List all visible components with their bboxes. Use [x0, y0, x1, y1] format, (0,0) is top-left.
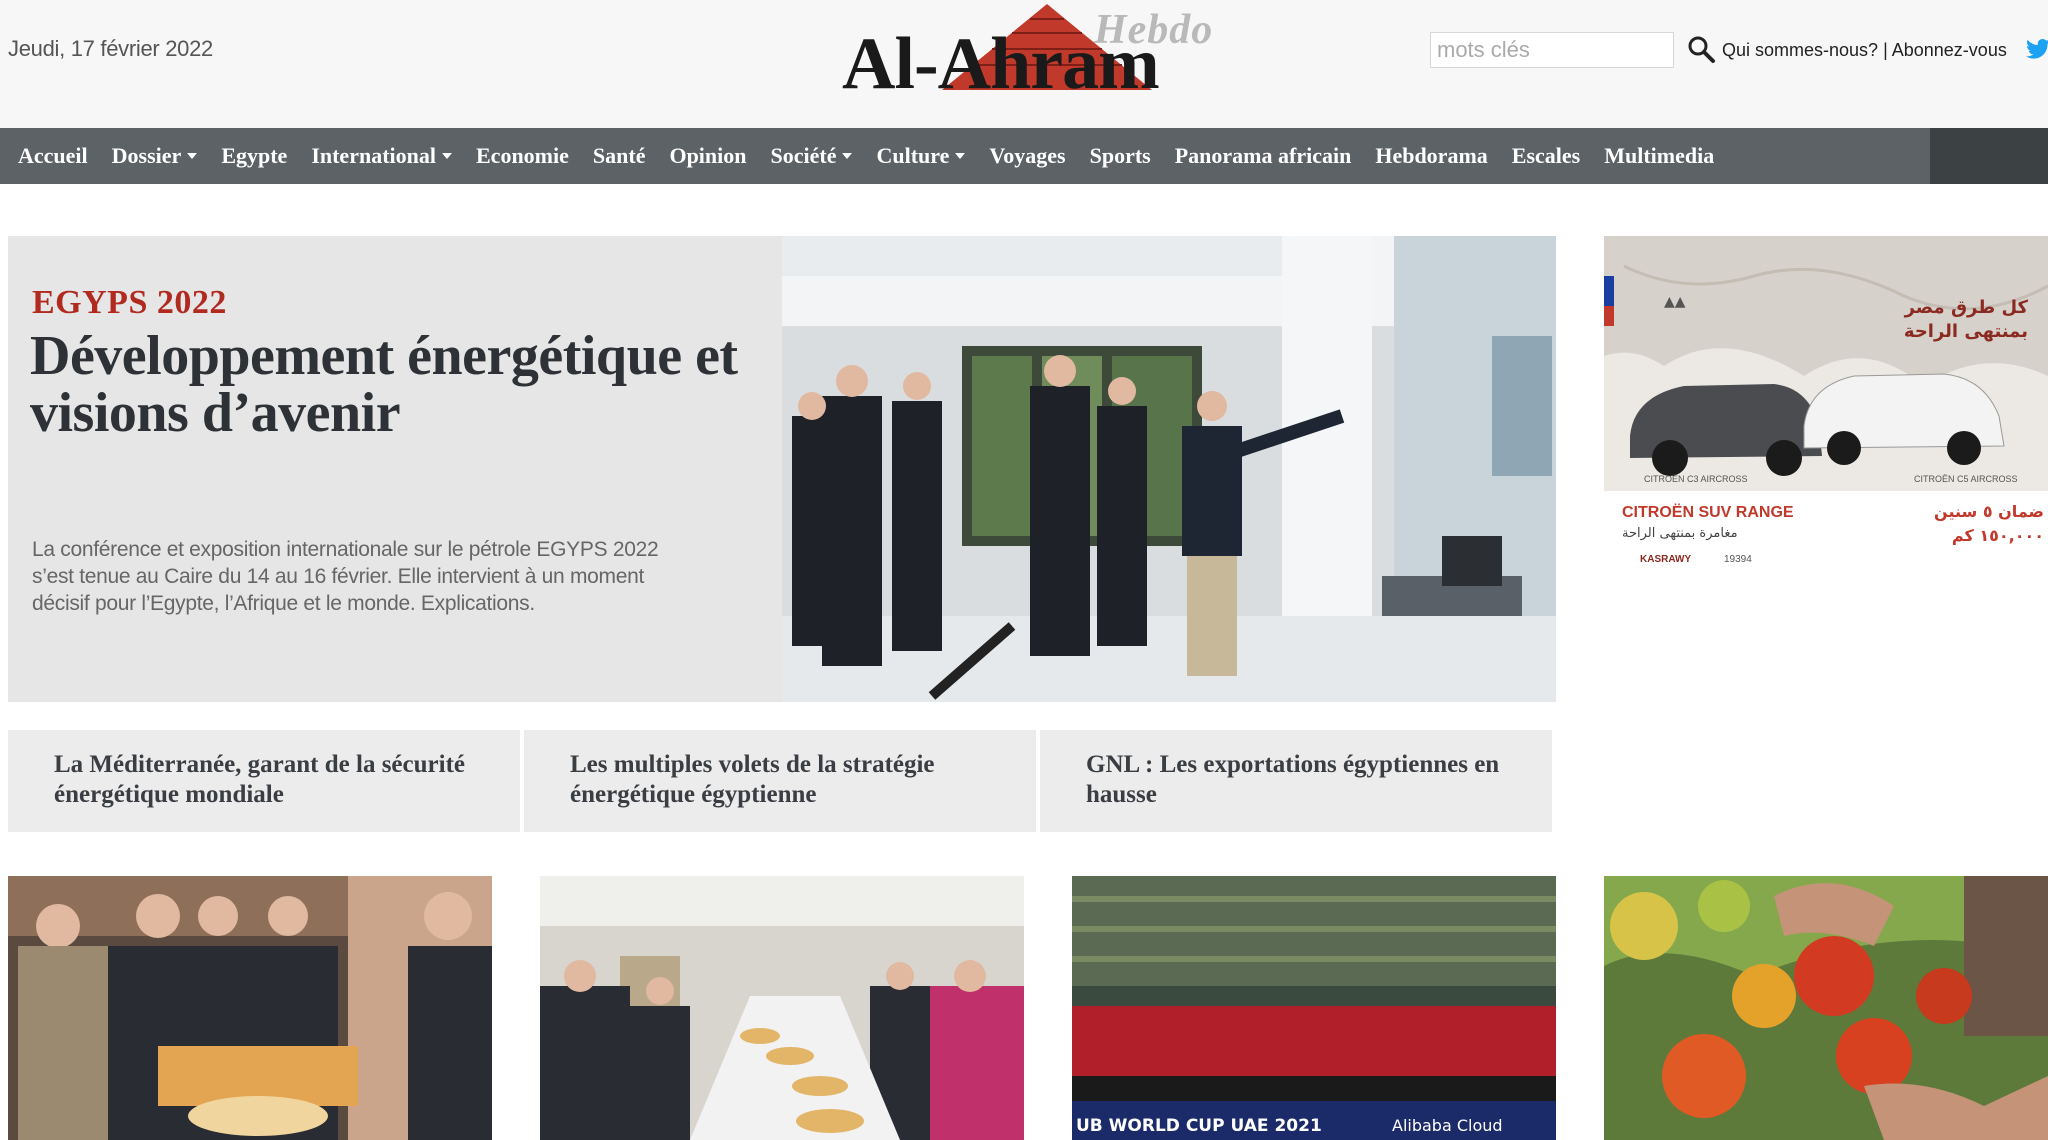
article-thumb-celebration[interactable]: [8, 876, 492, 1140]
ad-hotline: 19394: [1724, 554, 1752, 565]
related-article-2[interactable]: Les multiples volets de la stratégie éne…: [524, 730, 1040, 832]
feature-article: EGYPS 2022 Développement énergétique et …: [8, 236, 1556, 702]
twitter-icon[interactable]: [2026, 38, 2048, 60]
nav-end-block: [1930, 128, 2048, 184]
search-icon[interactable]: [1686, 34, 1716, 64]
nav-culture[interactable]: Culture: [864, 143, 977, 169]
ad-dealer: KASRAWY: [1640, 554, 1692, 565]
citroen-logo-icon: ▲▲: [1664, 294, 1686, 310]
top-header: Jeudi, 17 février 2022 Hebdo Al-Ahram Qu…: [0, 0, 2048, 128]
top-links: Qui sommes-nous? | Abonnez-vous: [1722, 40, 2007, 61]
article-thumb-football-team[interactable]: UB WORLD CUP UAE 2021 Alibaba Cloud: [1072, 876, 1556, 1140]
caret-down-icon: [955, 153, 966, 159]
main-nav: Accueil Dossier Egypte International Eco…: [0, 128, 1930, 184]
caret-down-icon: [442, 153, 452, 159]
caret-down-icon: [842, 153, 853, 159]
related-article-3[interactable]: GNL : Les exportations égyptiennes en ha…: [1040, 730, 1556, 832]
nav-hebdorama[interactable]: Hebdorama: [1363, 143, 1499, 169]
ad-model-right: CITROËN C5 AIRCROSS: [1914, 474, 2018, 484]
related-article-1[interactable]: La Méditerranée, garant de la sécurité é…: [8, 730, 524, 832]
nav-societe[interactable]: Société: [759, 143, 865, 169]
ad-arabic-km: ١٥٠,٠٠٠ كم: [1951, 526, 2044, 545]
nav-egypte[interactable]: Egypte: [209, 143, 299, 169]
feature-headline[interactable]: Développement énergétique et visions d’a…: [30, 328, 750, 442]
ad-brand-line: CITROËN SUV RANGE: [1622, 504, 1794, 521]
link-separator: |: [1878, 40, 1892, 60]
subscribe-link[interactable]: Abonnez-vous: [1892, 40, 2007, 60]
feature-summary: La conférence et exposition internationa…: [32, 538, 659, 615]
search-input[interactable]: [1430, 32, 1674, 68]
ad-model-left: CITROËN C3 AIRCROSS: [1644, 474, 1748, 484]
worldcup-banner-text: UB WORLD CUP UAE 2021: [1076, 1116, 1322, 1136]
feature-kicker[interactable]: EGYPS 2022: [32, 284, 227, 322]
site-logo[interactable]: Hebdo Al-Ahram: [842, 0, 1252, 112]
feature-photo[interactable]: [782, 236, 1556, 702]
related-articles: La Méditerranée, garant de la sécurité é…: [8, 730, 1556, 832]
nav-dossier[interactable]: Dossier: [100, 143, 210, 169]
logo-name-text: Al-Ahram: [842, 23, 1160, 105]
nav-escales[interactable]: Escales: [1500, 143, 1592, 169]
nav-panorama-africain[interactable]: Panorama africain: [1163, 143, 1364, 169]
sponsor-text: Alibaba Cloud: [1392, 1116, 1503, 1135]
nav-voyages[interactable]: Voyages: [977, 143, 1077, 169]
ad-arabic-title: كل طرق مصر بمنتهى الراحة: [1903, 297, 2028, 342]
article-thumb-meeting[interactable]: [540, 876, 1024, 1140]
nav-sports[interactable]: Sports: [1078, 143, 1163, 169]
caret-down-icon: [187, 153, 198, 159]
nav-multimedia[interactable]: Multimedia: [1592, 143, 1726, 169]
ad-artwork: ▲▲: [1604, 236, 2048, 576]
nav-international[interactable]: International: [299, 143, 464, 169]
citroen-ad-banner[interactable]: ▲▲ كل طرق مصر بمنتهى الراحة CITROËN C3 A…: [1604, 236, 2048, 576]
ad-arabic-sub: مغامرة بمنتهى الراحة: [1622, 526, 1738, 541]
current-date: Jeudi, 17 février 2022: [8, 36, 213, 61]
about-link[interactable]: Qui sommes-nous?: [1722, 40, 1878, 60]
nav-economie[interactable]: Economie: [464, 143, 581, 169]
ad-arabic-warranty: ضمان ٥ سنين: [1934, 502, 2044, 521]
nav-opinion[interactable]: Opinion: [657, 143, 758, 169]
nav-accueil[interactable]: Accueil: [6, 143, 100, 169]
article-thumb-tomatoes[interactable]: [1604, 876, 2048, 1140]
nav-sante[interactable]: Santé: [581, 143, 658, 169]
